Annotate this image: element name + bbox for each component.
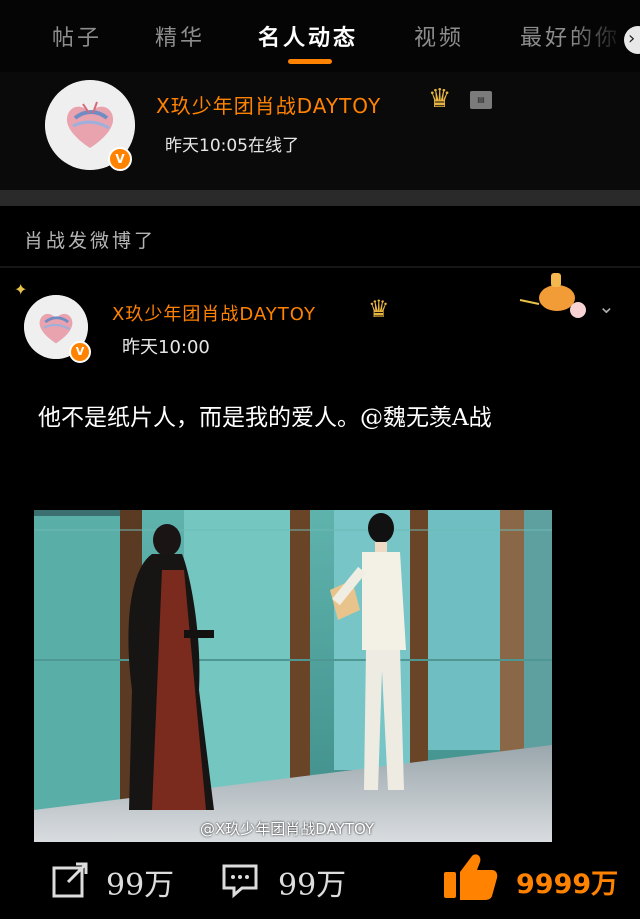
thumbs-up-icon <box>444 854 498 900</box>
tab-videos[interactable]: 视频 <box>414 20 464 52</box>
verified-badge: V <box>69 341 91 363</box>
crown-icon: ♛ <box>428 84 452 114</box>
profile-header[interactable]: V X玖少年团肖战DAYTOY ♛ ▤ 昨天10:05在线了 <box>0 72 640 190</box>
repost-button[interactable]: 99万 <box>50 856 190 903</box>
image-watermark: @X玖少年团肖战DAYTOY <box>200 820 375 838</box>
chevron-down-icon[interactable]: ⌄ <box>598 294 615 318</box>
comment-count: 99万 <box>278 868 347 903</box>
tab-posts[interactable]: 帖子 <box>52 20 102 52</box>
vip-chip-icon: ▤ <box>470 91 492 109</box>
tab-bar: 帖子 精华 名人动态 视频 最好的你 › <box>0 0 640 72</box>
like-count: 9999万 <box>516 869 619 900</box>
tab-more-icon[interactable]: › <box>624 26 640 54</box>
like-button[interactable]: 9999万 <box>440 854 620 902</box>
mention-link[interactable]: @魏无羡A战 <box>360 405 492 431</box>
repost-icon <box>52 862 88 898</box>
decoration-sticker-icon <box>519 273 586 318</box>
section-divider <box>0 190 640 206</box>
repost-count: 99万 <box>106 868 175 903</box>
comment-icon <box>222 864 258 899</box>
post-text: 他不是纸片人，而是我的爱人。 <box>38 405 360 431</box>
active-tab-indicator <box>288 59 332 64</box>
online-status: 昨天10:05在线了 <box>165 136 299 156</box>
profile-name[interactable]: X玖少年团肖战DAYTOY <box>156 90 381 119</box>
post-time: 昨天10:00 <box>122 337 210 358</box>
crown-icon: ♛ <box>368 295 390 323</box>
section-title: 肖战发微博了 <box>24 230 157 252</box>
post-image[interactable] <box>34 510 552 842</box>
post-photo <box>34 510 552 842</box>
comment-button[interactable]: 99万 <box>220 856 360 903</box>
verified-badge: V <box>108 147 132 171</box>
tab-celebrity-news[interactable]: 名人动态 <box>258 20 358 52</box>
post-author-name[interactable]: X玖少年团肖战DAYTOY <box>112 300 316 326</box>
post-body: 他不是纸片人，而是我的爱人。@魏无羡A战 <box>38 398 492 432</box>
tab-best-you[interactable]: 最好的你 <box>520 20 620 52</box>
tab-highlights[interactable]: 精华 <box>155 20 205 52</box>
